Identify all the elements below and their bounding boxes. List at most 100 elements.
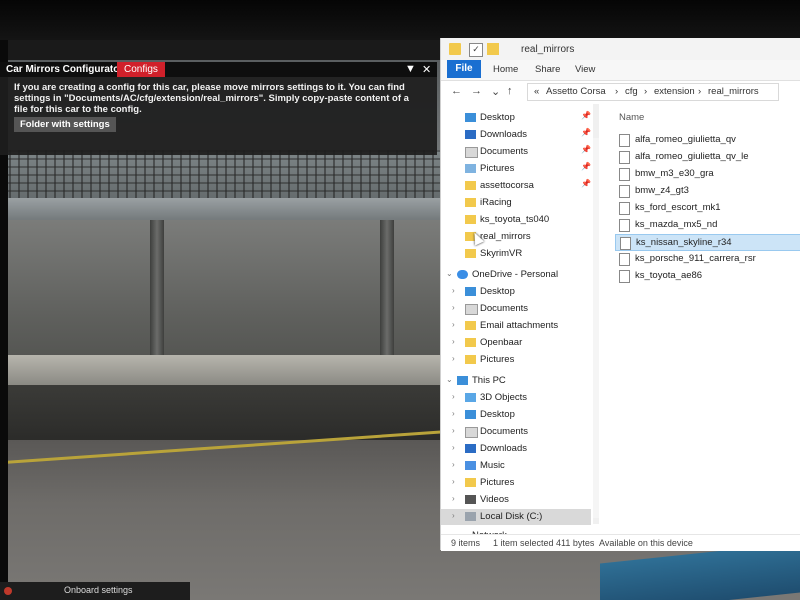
breadcrumb-assetto-corsa[interactable]: Assetto Corsa: [546, 86, 606, 97]
breadcrumb-overflow[interactable]: «: [534, 86, 539, 97]
nav-item-music[interactable]: › Music: [441, 458, 591, 474]
nav-item-this-pc[interactable]: ⌄ This PC: [441, 373, 591, 389]
nav-label: Pictures: [480, 163, 515, 174]
chevron-right-icon[interactable]: ›: [452, 392, 455, 401]
file-list-scrollbar[interactable]: [593, 138, 599, 518]
nav-item-3d-objects[interactable]: › 3D Objects: [441, 390, 591, 406]
close-icon[interactable]: ✕: [422, 63, 431, 76]
file-name: ks_toyota_ae86: [635, 270, 703, 281]
folder-icon: [465, 215, 476, 224]
column-header-name[interactable]: Name: [619, 112, 644, 123]
nav-item-onedrive-desktop[interactable]: › Desktop: [441, 284, 591, 300]
nav-item-downloads[interactable]: Downloads 📌: [441, 127, 591, 143]
nav-label: assettocorsa: [480, 180, 534, 191]
pictures-icon: [465, 164, 476, 173]
nav-item-pc-desktop[interactable]: › Desktop: [441, 407, 591, 423]
pin-icon[interactable]: 📌: [581, 145, 591, 154]
chevron-right-icon[interactable]: ›: [452, 303, 455, 312]
game-taskbar[interactable]: Onboard settings: [0, 582, 190, 600]
documents-icon: [465, 427, 478, 438]
chevron-right-icon[interactable]: ›: [452, 460, 455, 469]
properties-icon[interactable]: ✓: [469, 43, 483, 57]
chevron-right-icon[interactable]: ›: [452, 443, 455, 452]
recent-locations-icon[interactable]: ⌄: [491, 85, 500, 98]
list-item[interactable]: alfa_romeo_giulietta_qv_le: [615, 149, 799, 164]
chevron-down-icon[interactable]: ⌄: [446, 375, 453, 384]
nav-item-onedrive-documents[interactable]: › Documents: [441, 301, 591, 317]
nav-item-skyrimvr[interactable]: SkyrimVR: [441, 246, 591, 262]
chevron-right-icon[interactable]: ›: [452, 337, 455, 346]
nav-label: Documents: [480, 146, 529, 157]
chevron-right-icon[interactable]: ›: [452, 286, 455, 295]
window-title: real_mirrors: [521, 44, 575, 55]
pin-icon[interactable]: 📌: [581, 128, 591, 137]
forward-icon[interactable]: →: [471, 85, 482, 97]
nav-item-assettocorsa[interactable]: assettocorsa 📌: [441, 178, 591, 194]
back-icon[interactable]: ←: [451, 85, 462, 97]
breadcrumb-extension[interactable]: extension: [654, 86, 695, 97]
chevron-right-icon[interactable]: ›: [452, 511, 455, 520]
nav-item-openbaar[interactable]: › Openbaar: [441, 335, 591, 351]
list-item[interactable]: bmw_z4_gt3: [615, 183, 799, 198]
nav-item-pc-documents[interactable]: › Documents: [441, 424, 591, 440]
nav-item-pc-pictures[interactable]: › Pictures: [441, 475, 591, 491]
list-item[interactable]: bmw_m3_e30_gra: [615, 166, 799, 181]
app-icon[interactable]: [4, 587, 12, 595]
chevron-right-icon[interactable]: ›: [452, 477, 455, 486]
nav-item-onedrive[interactable]: ⌄ OneDrive - Personal: [441, 267, 591, 283]
file-icon: [620, 237, 631, 250]
chevron-down-icon[interactable]: ▼: [405, 63, 416, 75]
list-item-selected[interactable]: ks_nissan_skyline_r34: [615, 234, 800, 251]
folder-with-settings-button[interactable]: Folder with settings: [14, 117, 116, 132]
music-icon: [465, 461, 476, 470]
new-folder-icon[interactable]: [487, 43, 499, 55]
chevron-right-icon[interactable]: ›: [452, 494, 455, 503]
tab-configs[interactable]: Configs: [117, 62, 165, 77]
nav-item-pictures[interactable]: Pictures 📌: [441, 161, 591, 177]
address-bar-row: ← → ⌄ ↑ « Assetto Corsa › cfg › extensio…: [441, 81, 800, 103]
pin-icon[interactable]: 📌: [581, 179, 591, 188]
nav-item-documents[interactable]: Documents 📌: [441, 144, 591, 160]
pin-icon[interactable]: 📌: [581, 162, 591, 171]
breadcrumb-cfg[interactable]: cfg: [625, 86, 638, 97]
computer-icon: [457, 376, 468, 385]
folder-icon: [449, 43, 461, 55]
selection-info: 1 item selected 411 bytes: [493, 538, 595, 548]
nav-item-real-mirrors[interactable]: real_mirrors: [441, 229, 591, 245]
nav-label: Downloads: [480, 443, 527, 454]
tab-view[interactable]: View: [575, 64, 595, 75]
nav-item-videos[interactable]: › Videos: [441, 492, 591, 508]
nav-item-iracing[interactable]: iRacing: [441, 195, 591, 211]
up-icon[interactable]: ↑: [507, 85, 513, 97]
address-bar[interactable]: « Assetto Corsa › cfg › extension › real…: [527, 83, 779, 101]
list-item[interactable]: ks_mazda_mx5_nd: [615, 217, 799, 232]
list-item[interactable]: alfa_romeo_giulietta_qv: [615, 132, 799, 147]
explorer-titlebar[interactable]: ✓ real_mirrors: [441, 38, 800, 60]
list-item[interactable]: ks_toyota_ae86: [615, 268, 799, 283]
chevron-right-icon[interactable]: ›: [452, 320, 455, 329]
nav-item-email-attachments[interactable]: › Email attachments: [441, 318, 591, 334]
ribbon: File Home Share View: [441, 60, 800, 81]
pin-icon[interactable]: 📌: [581, 111, 591, 120]
chevron-right-icon[interactable]: ›: [452, 409, 455, 418]
chevron-right-icon[interactable]: ›: [452, 426, 455, 435]
nav-item-onedrive-pictures[interactable]: › Pictures: [441, 352, 591, 368]
onboard-settings-label[interactable]: Onboard settings: [64, 585, 133, 595]
chevron-down-icon[interactable]: ⌄: [446, 269, 453, 278]
desktop-icon: [465, 410, 476, 419]
nav-item-ks-toyota-ts040[interactable]: ks_toyota_ts040: [441, 212, 591, 228]
tab-home[interactable]: Home: [493, 64, 518, 75]
breadcrumb-real-mirrors[interactable]: real_mirrors: [708, 86, 759, 97]
nav-item-local-disk[interactable]: › Local Disk (C:): [441, 509, 591, 525]
tab-file[interactable]: File: [447, 60, 481, 78]
configurator-title: Car Mirrors Configurator: [6, 64, 124, 75]
configurator-titlebar[interactable]: Car Mirrors Configurator Configs ▼ ✕: [0, 62, 437, 77]
list-item[interactable]: ks_ford_escort_mk1: [615, 200, 799, 215]
nav-item-desktop[interactable]: Desktop 📌: [441, 110, 591, 126]
tab-share[interactable]: Share: [535, 64, 560, 75]
nav-label: SkyrimVR: [480, 248, 523, 259]
chevron-right-icon[interactable]: ›: [452, 354, 455, 363]
list-item[interactable]: ks_porsche_911_carrera_rsr: [615, 251, 799, 266]
curb: [0, 355, 440, 385]
nav-item-pc-downloads[interactable]: › Downloads: [441, 441, 591, 457]
